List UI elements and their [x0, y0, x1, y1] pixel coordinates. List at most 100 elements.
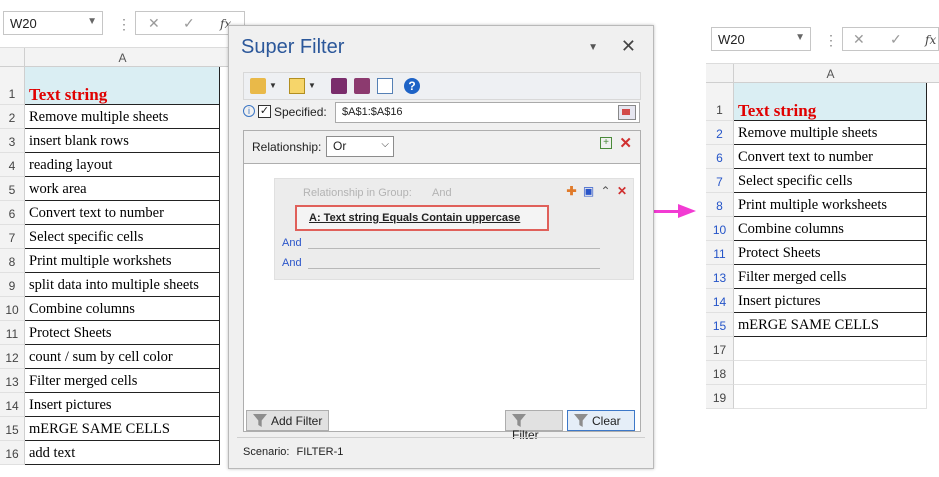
filter-condition[interactable]: A: Text string Equals Contain uppercase — [295, 205, 549, 231]
table-cell[interactable]: Select specific cells — [734, 169, 927, 193]
table-cell[interactable]: Remove multiple sheets — [734, 121, 927, 145]
open-scenario-icon[interactable] — [250, 78, 266, 94]
add-filter-button[interactable]: Add Filter — [246, 410, 330, 431]
cancel-icon[interactable]: ✕ — [148, 15, 160, 32]
table-cell[interactable]: add text — [25, 441, 220, 465]
table-cell[interactable]: work area — [25, 177, 220, 201]
table-cell[interactable]: insert blank rows — [25, 129, 220, 153]
copy-group-icon[interactable]: ▣ — [583, 184, 594, 198]
row-number[interactable]: 2 — [706, 121, 734, 145]
table-cell[interactable]: Print multiple worksheets — [734, 193, 927, 217]
row-number[interactable]: 9 — [0, 273, 25, 297]
table-cell[interactable]: Filter merged cells — [25, 369, 220, 393]
table-cell[interactable]: Protect Sheets — [734, 241, 927, 265]
table-cell[interactable]: Print multiple workshets — [25, 249, 220, 273]
select-range-icon[interactable] — [618, 105, 636, 120]
row-number[interactable]: 6 — [0, 201, 25, 225]
delete-group-icon[interactable]: ✕ — [617, 184, 627, 198]
table-cell[interactable]: Convert text to number — [734, 145, 927, 169]
clear-button[interactable]: Clear — [567, 410, 635, 431]
row-number[interactable]: 8 — [706, 193, 734, 217]
save-as-icon[interactable] — [354, 78, 370, 94]
table-cell[interactable]: count / sum by cell color — [25, 345, 220, 369]
table-cell[interactable]: Combine columns — [734, 217, 927, 241]
row-number[interactable]: 19 — [706, 385, 734, 409]
row-number[interactable]: 15 — [706, 313, 734, 337]
table-cell[interactable]: mERGE SAME CELLS — [25, 417, 220, 441]
row-number[interactable]: 14 — [706, 289, 734, 313]
function-icon[interactable]: fx — [925, 33, 936, 47]
row-number[interactable]: 17 — [706, 337, 734, 361]
table-row: 14 Insert pictures — [0, 393, 220, 417]
table-cell[interactable]: split data into multiple sheets — [25, 273, 220, 297]
table-cell[interactable] — [734, 361, 927, 385]
table-cell[interactable]: Remove multiple sheets — [25, 105, 220, 129]
group-icons: ✚ ▣ ⌃ ✕ — [563, 184, 627, 198]
table-cell[interactable]: Select specific cells — [25, 225, 220, 249]
row-number[interactable]: 2 — [0, 105, 25, 129]
help-icon[interactable]: ? — [404, 78, 420, 94]
table-cell[interactable]: reading layout — [25, 153, 220, 177]
specified-checkbox[interactable]: ✓ — [258, 105, 271, 118]
new-scenario-icon[interactable] — [289, 78, 305, 94]
group-relationship-value[interactable]: And — [432, 187, 452, 199]
table-cell[interactable]: Protect Sheets — [25, 321, 220, 345]
table-cell[interactable] — [734, 337, 927, 361]
table-cell[interactable]: Filter merged cells — [734, 265, 927, 289]
row-number[interactable]: 3 — [0, 129, 25, 153]
row-number[interactable]: 18 — [706, 361, 734, 385]
table-cell[interactable]: mERGE SAME CELLS — [734, 313, 927, 337]
table-cell[interactable]: Convert text to number — [25, 201, 220, 225]
header-cell[interactable]: Text string — [734, 83, 927, 121]
row-number[interactable]: 5 — [0, 177, 25, 201]
row-number[interactable]: 11 — [706, 241, 734, 265]
row-number[interactable]: 11 — [0, 321, 25, 345]
row-number[interactable]: 6 — [706, 145, 734, 169]
pin-dropdown-icon[interactable]: ▼ — [588, 42, 598, 53]
enter-icon[interactable]: ✓ — [890, 31, 902, 48]
row-number[interactable]: 14 — [0, 393, 25, 417]
right-column-a-header[interactable]: A — [734, 67, 927, 81]
empty-condition-1[interactable] — [308, 235, 600, 249]
add-group-icon[interactable]: + — [600, 137, 612, 149]
table-cell[interactable]: Insert pictures — [25, 393, 220, 417]
header-cell[interactable]: Text string — [25, 67, 220, 105]
row-number[interactable]: 12 — [0, 345, 25, 369]
enter-icon[interactable]: ✓ — [183, 15, 195, 32]
close-icon[interactable]: ✕ — [621, 36, 636, 57]
table-cell[interactable] — [734, 385, 927, 409]
row-number[interactable]: 16 — [0, 441, 25, 465]
table-cell[interactable]: Combine columns — [25, 297, 220, 321]
right-name-box[interactable]: W20 ▼ — [711, 27, 811, 51]
filter-button[interactable]: Filter — [505, 410, 563, 442]
row-number[interactable]: 7 — [706, 169, 734, 193]
delete-all-icon[interactable]: ✕ — [619, 134, 632, 152]
row-number[interactable]: 1 — [0, 67, 25, 105]
left-column-a-header[interactable]: A — [25, 51, 220, 65]
row-number[interactable]: 1 — [706, 83, 734, 121]
row-number[interactable]: 13 — [0, 369, 25, 393]
manage-scenarios-icon[interactable] — [377, 78, 393, 94]
table-cell[interactable]: Insert pictures — [734, 289, 927, 313]
range-input[interactable]: $A$1:$A$16 — [335, 102, 640, 123]
relationship-select[interactable]: Or ⌵ — [326, 136, 394, 157]
row-number[interactable]: 7 — [0, 225, 25, 249]
row-number[interactable]: 13 — [706, 265, 734, 289]
save-icon[interactable] — [331, 78, 347, 94]
chevron-down-icon[interactable]: ▼ — [269, 81, 277, 97]
row-number[interactable]: 8 — [0, 249, 25, 273]
add-condition-icon[interactable]: ✚ — [566, 184, 576, 198]
empty-condition-2[interactable] — [308, 255, 600, 269]
row-number[interactable]: 10 — [706, 217, 734, 241]
info-icon[interactable]: i — [243, 105, 255, 117]
cancel-icon[interactable]: ✕ — [853, 31, 865, 48]
row-number[interactable]: 15 — [0, 417, 25, 441]
row-number[interactable]: 4 — [0, 153, 25, 177]
right-formula-bar: W20 ▼ ⋮ ✕ ✓ fx — [706, 27, 939, 55]
select-all-corner[interactable] — [706, 64, 734, 83]
select-all-corner[interactable] — [0, 48, 25, 67]
chevron-down-icon[interactable]: ▼ — [308, 81, 316, 97]
collapse-icon[interactable]: ⌃ — [601, 184, 611, 198]
left-name-box[interactable]: W20 ▼ — [3, 11, 103, 35]
row-number[interactable]: 10 — [0, 297, 25, 321]
